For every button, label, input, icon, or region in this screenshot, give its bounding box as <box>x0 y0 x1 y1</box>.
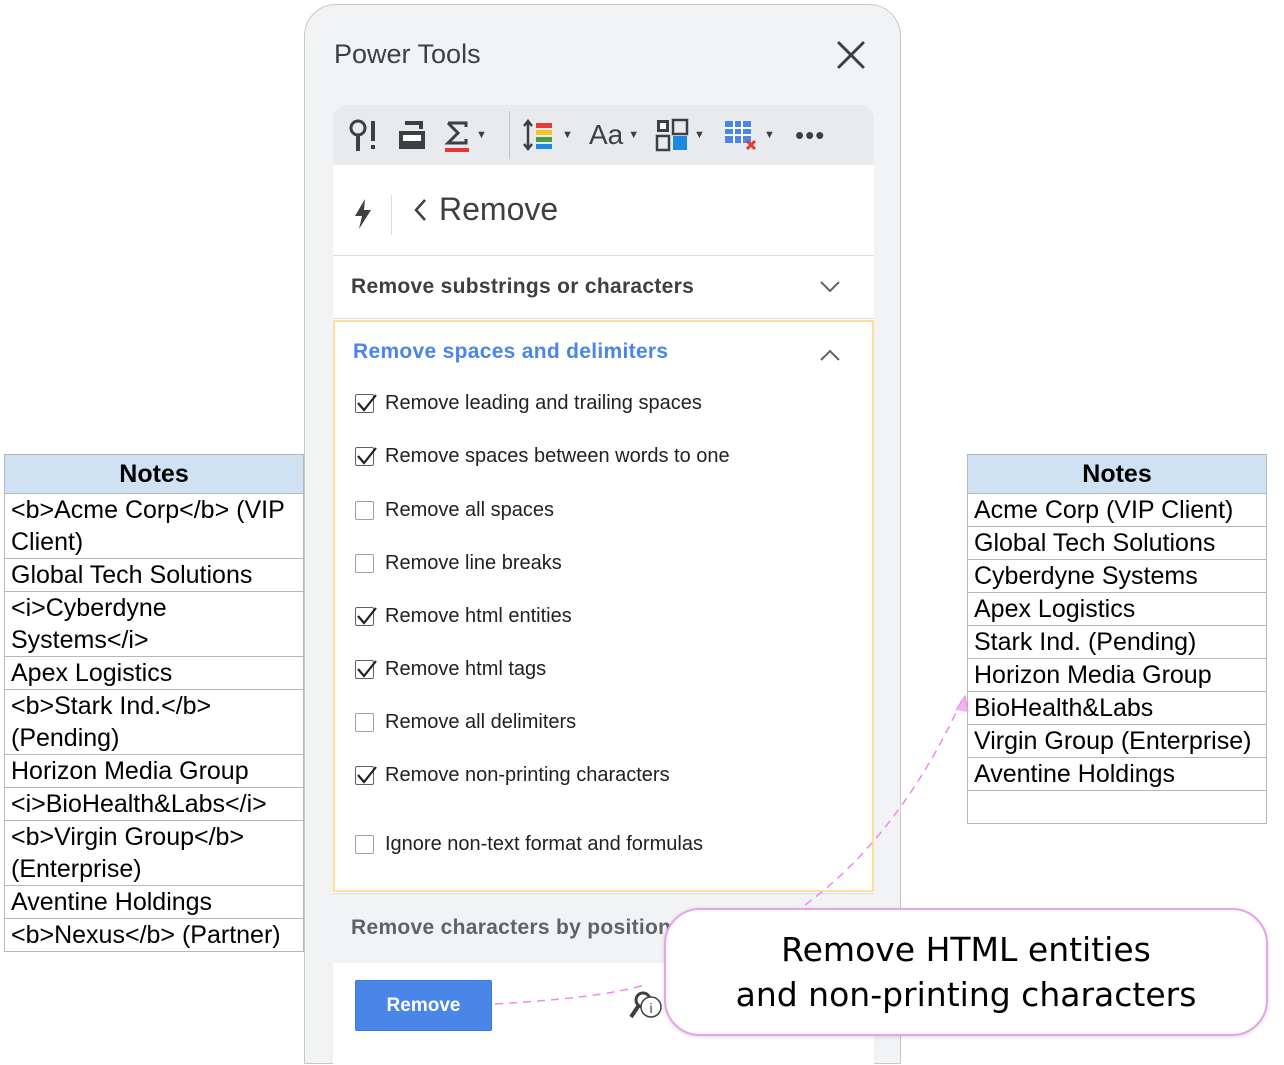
table-cell[interactable]: Cyberdyne Systems <box>967 559 1267 593</box>
table-cell[interactable]: Horizon Media Group <box>967 658 1267 692</box>
table-cell[interactable]: Apex Logistics <box>967 592 1267 626</box>
option-row[interactable]: Remove all spaces <box>355 499 554 522</box>
panel-title: Power Tools <box>334 39 481 69</box>
chevron-down-icon[interactable] <box>819 280 841 294</box>
table-cell[interactable] <box>967 790 1267 824</box>
checkbox[interactable] <box>355 835 374 854</box>
chevron-down-icon[interactable]: ▼ <box>764 129 775 141</box>
chevron-up-icon[interactable] <box>819 348 841 362</box>
table-cell[interactable]: Aventine Holdings <box>967 757 1267 791</box>
option-row[interactable]: Ignore non-text format and formulas <box>355 833 703 856</box>
column-header: Notes <box>4 454 304 494</box>
info-icon[interactable]: i <box>629 987 669 1021</box>
table-cell[interactable]: Stark Ind. (Pending) <box>967 625 1267 659</box>
section-title: Remove substrings or characters <box>351 275 695 298</box>
checkbox-checked[interactable] <box>355 766 377 785</box>
table-cell[interactable]: Apex Logistics <box>4 656 304 690</box>
option-label: Remove html tags <box>385 658 547 680</box>
split-icon[interactable] <box>395 117 429 153</box>
option-label: Remove spaces between words to one <box>385 445 730 467</box>
checkbox[interactable] <box>355 554 374 573</box>
checkbox-checked[interactable] <box>355 660 377 679</box>
checkbox[interactable] <box>355 713 374 732</box>
table-cell[interactable]: Acme Corp (VIP Client) <box>967 493 1267 527</box>
option-row[interactable]: Remove leading and trailing spaces <box>355 392 702 415</box>
option-label: Remove all delimiters <box>385 711 577 733</box>
option-row[interactable]: Remove non-printing characters <box>355 764 670 787</box>
table-cell[interactable]: Aventine Holdings <box>4 885 304 919</box>
option-row[interactable]: Remove html tags <box>355 658 546 681</box>
option-row[interactable]: Remove all delimiters <box>355 711 576 734</box>
chevron-down-icon[interactable]: ▼ <box>562 129 573 141</box>
checkbox-checked[interactable] <box>355 394 377 413</box>
table-cell[interactable]: <i>BioHealth&Labs</i> <box>4 787 304 821</box>
result-notes-table: Notes Acme Corp (VIP Client) Global Tech… <box>967 454 1267 824</box>
table-cell[interactable]: <b>Acme Corp</b> (VIP Client) <box>4 493 304 559</box>
table-cell[interactable]: <b>Stark Ind.</b> (Pending) <box>4 689 304 755</box>
checkbox[interactable] <box>355 501 374 520</box>
option-label: Ignore non-text format and formulas <box>385 833 703 855</box>
table-cell[interactable]: <b>Virgin Group</b> (Enterprise) <box>4 820 304 886</box>
section-title: Remove characters by position <box>351 916 672 939</box>
sum-icon[interactable]: ▼ <box>443 117 487 153</box>
checkbox-checked[interactable] <box>355 607 377 626</box>
table-cell[interactable]: BioHealth&Labs <box>967 691 1267 725</box>
callout-line: Remove HTML entities <box>781 930 1151 969</box>
checkbox-checked[interactable] <box>355 447 377 466</box>
remove-button[interactable]: Remove <box>355 980 492 1031</box>
callout-line: and non-printing characters <box>735 975 1197 1014</box>
clear-icon[interactable]: ▼ <box>723 117 775 153</box>
nav-divider <box>391 195 392 235</box>
sort-icon[interactable]: ▼ <box>521 117 573 153</box>
table-cell[interactable]: Virgin Group (Enterprise) <box>967 724 1267 758</box>
table-cell[interactable]: Horizon Media Group <box>4 754 304 788</box>
section-title[interactable]: Remove spaces and delimiters <box>353 340 668 364</box>
back-button[interactable]: Remove <box>413 191 558 228</box>
callout-box: Remove HTML entities and non-printing ch… <box>664 908 1268 1036</box>
nav-row: Remove <box>333 165 874 255</box>
lightning-icon[interactable] <box>353 199 373 229</box>
option-label: Remove line breaks <box>385 552 562 574</box>
text-case-icon[interactable]: Aa ▼ <box>589 117 639 153</box>
nav-title: Remove <box>439 191 559 227</box>
close-icon[interactable] <box>835 39 867 71</box>
table-cell[interactable]: Global Tech Solutions <box>967 526 1267 560</box>
chevron-down-icon[interactable]: ▼ <box>476 129 487 141</box>
svg-text:i: i <box>649 1000 652 1016</box>
option-row[interactable]: Remove html entities <box>355 605 572 628</box>
chevron-left-icon <box>414 198 426 221</box>
option-label: Remove html entities <box>385 605 572 627</box>
power-tools-panel: Power Tools ▼ ▼ Aa ▼ ▼ ▼ ••• Remove Remo… <box>304 4 901 1065</box>
toolbar: ▼ ▼ Aa ▼ ▼ ▼ ••• <box>333 105 874 165</box>
chevron-down-icon[interactable]: ▼ <box>628 129 639 141</box>
toolbar-divider <box>509 111 510 159</box>
option-row[interactable]: Remove spaces between words to one <box>355 445 730 468</box>
option-label: Remove leading and trailing spaces <box>385 392 702 414</box>
table-cell[interactable]: Global Tech Solutions <box>4 558 304 592</box>
section-remove-spaces: Remove spaces and delimiters Remove lead… <box>333 320 874 892</box>
column-header: Notes <box>967 454 1267 494</box>
table-cell[interactable]: <i>Cyberdyne Systems</i> <box>4 591 304 657</box>
option-row[interactable]: Remove line breaks <box>355 552 562 575</box>
option-label: Remove all spaces <box>385 499 554 521</box>
find-icon[interactable] <box>347 117 383 153</box>
more-icon[interactable]: ••• <box>795 117 825 153</box>
option-label: Remove non-printing characters <box>385 764 670 786</box>
source-notes-table: Notes <b>Acme Corp</b> (VIP Client) Glob… <box>4 454 304 952</box>
chevron-down-icon[interactable]: ▼ <box>694 129 705 141</box>
convert-icon[interactable]: ▼ <box>655 117 705 153</box>
table-cell[interactable]: <b>Nexus</b> (Partner) <box>4 918 304 952</box>
section-remove-substrings[interactable]: Remove substrings or characters <box>333 255 874 319</box>
